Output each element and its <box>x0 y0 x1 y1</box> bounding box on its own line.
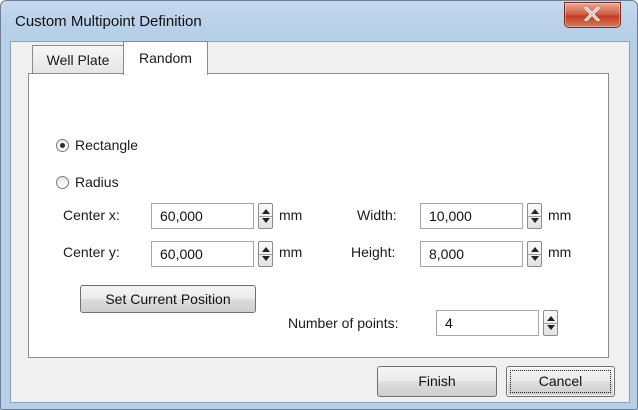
center-y-input[interactable]: 60,000 <box>151 241 254 267</box>
radius-radio[interactable]: Radius <box>56 174 119 190</box>
panel-content: Rectangle Radius Center x: 60,000 mm Cen… <box>1 1 637 409</box>
focus-ring <box>510 370 611 393</box>
width-unit: mm <box>548 207 572 223</box>
width-label: Width: <box>357 207 397 223</box>
spin-down-icon[interactable] <box>531 218 539 223</box>
number-of-points-spinner[interactable] <box>543 310 558 336</box>
spin-up-icon[interactable] <box>531 247 539 252</box>
dialog-window: Custom Multipoint Definition Well Plate … <box>0 0 638 410</box>
height-spinner[interactable] <box>527 241 542 267</box>
number-of-points-label: Number of points: <box>288 315 399 331</box>
spin-up-icon[interactable] <box>262 209 270 214</box>
rectangle-label: Rectangle <box>75 137 139 153</box>
center-y-label: Center y: <box>63 244 120 260</box>
center-x-label: Center x: <box>63 207 120 223</box>
spin-down-icon[interactable] <box>262 218 270 223</box>
height-unit: mm <box>548 244 572 260</box>
radius-label: Radius <box>75 174 119 190</box>
cancel-button[interactable]: Cancel <box>506 366 615 397</box>
height-input[interactable]: 8,000 <box>420 241 523 267</box>
radio-indicator <box>56 138 69 152</box>
height-label: Height: <box>351 244 396 260</box>
radio-indicator <box>56 175 69 189</box>
spin-down-icon[interactable] <box>547 325 555 330</box>
set-current-position-button[interactable]: Set Current Position <box>80 285 256 313</box>
spin-up-icon[interactable] <box>531 209 539 214</box>
spin-up-icon[interactable] <box>547 316 555 321</box>
finish-button[interactable]: Finish <box>377 366 497 397</box>
center-x-input[interactable]: 60,000 <box>151 203 254 229</box>
center-x-unit: mm <box>279 207 303 223</box>
center-y-spinner[interactable] <box>258 241 273 267</box>
width-spinner[interactable] <box>527 203 542 229</box>
center-y-unit: mm <box>279 244 303 260</box>
number-of-points-input[interactable]: 4 <box>436 310 539 336</box>
width-input[interactable]: 10,000 <box>420 203 523 229</box>
spin-up-icon[interactable] <box>262 247 270 252</box>
spin-down-icon[interactable] <box>262 256 270 261</box>
spin-down-icon[interactable] <box>531 256 539 261</box>
rectangle-radio[interactable]: Rectangle <box>56 137 138 153</box>
center-x-spinner[interactable] <box>258 203 273 229</box>
